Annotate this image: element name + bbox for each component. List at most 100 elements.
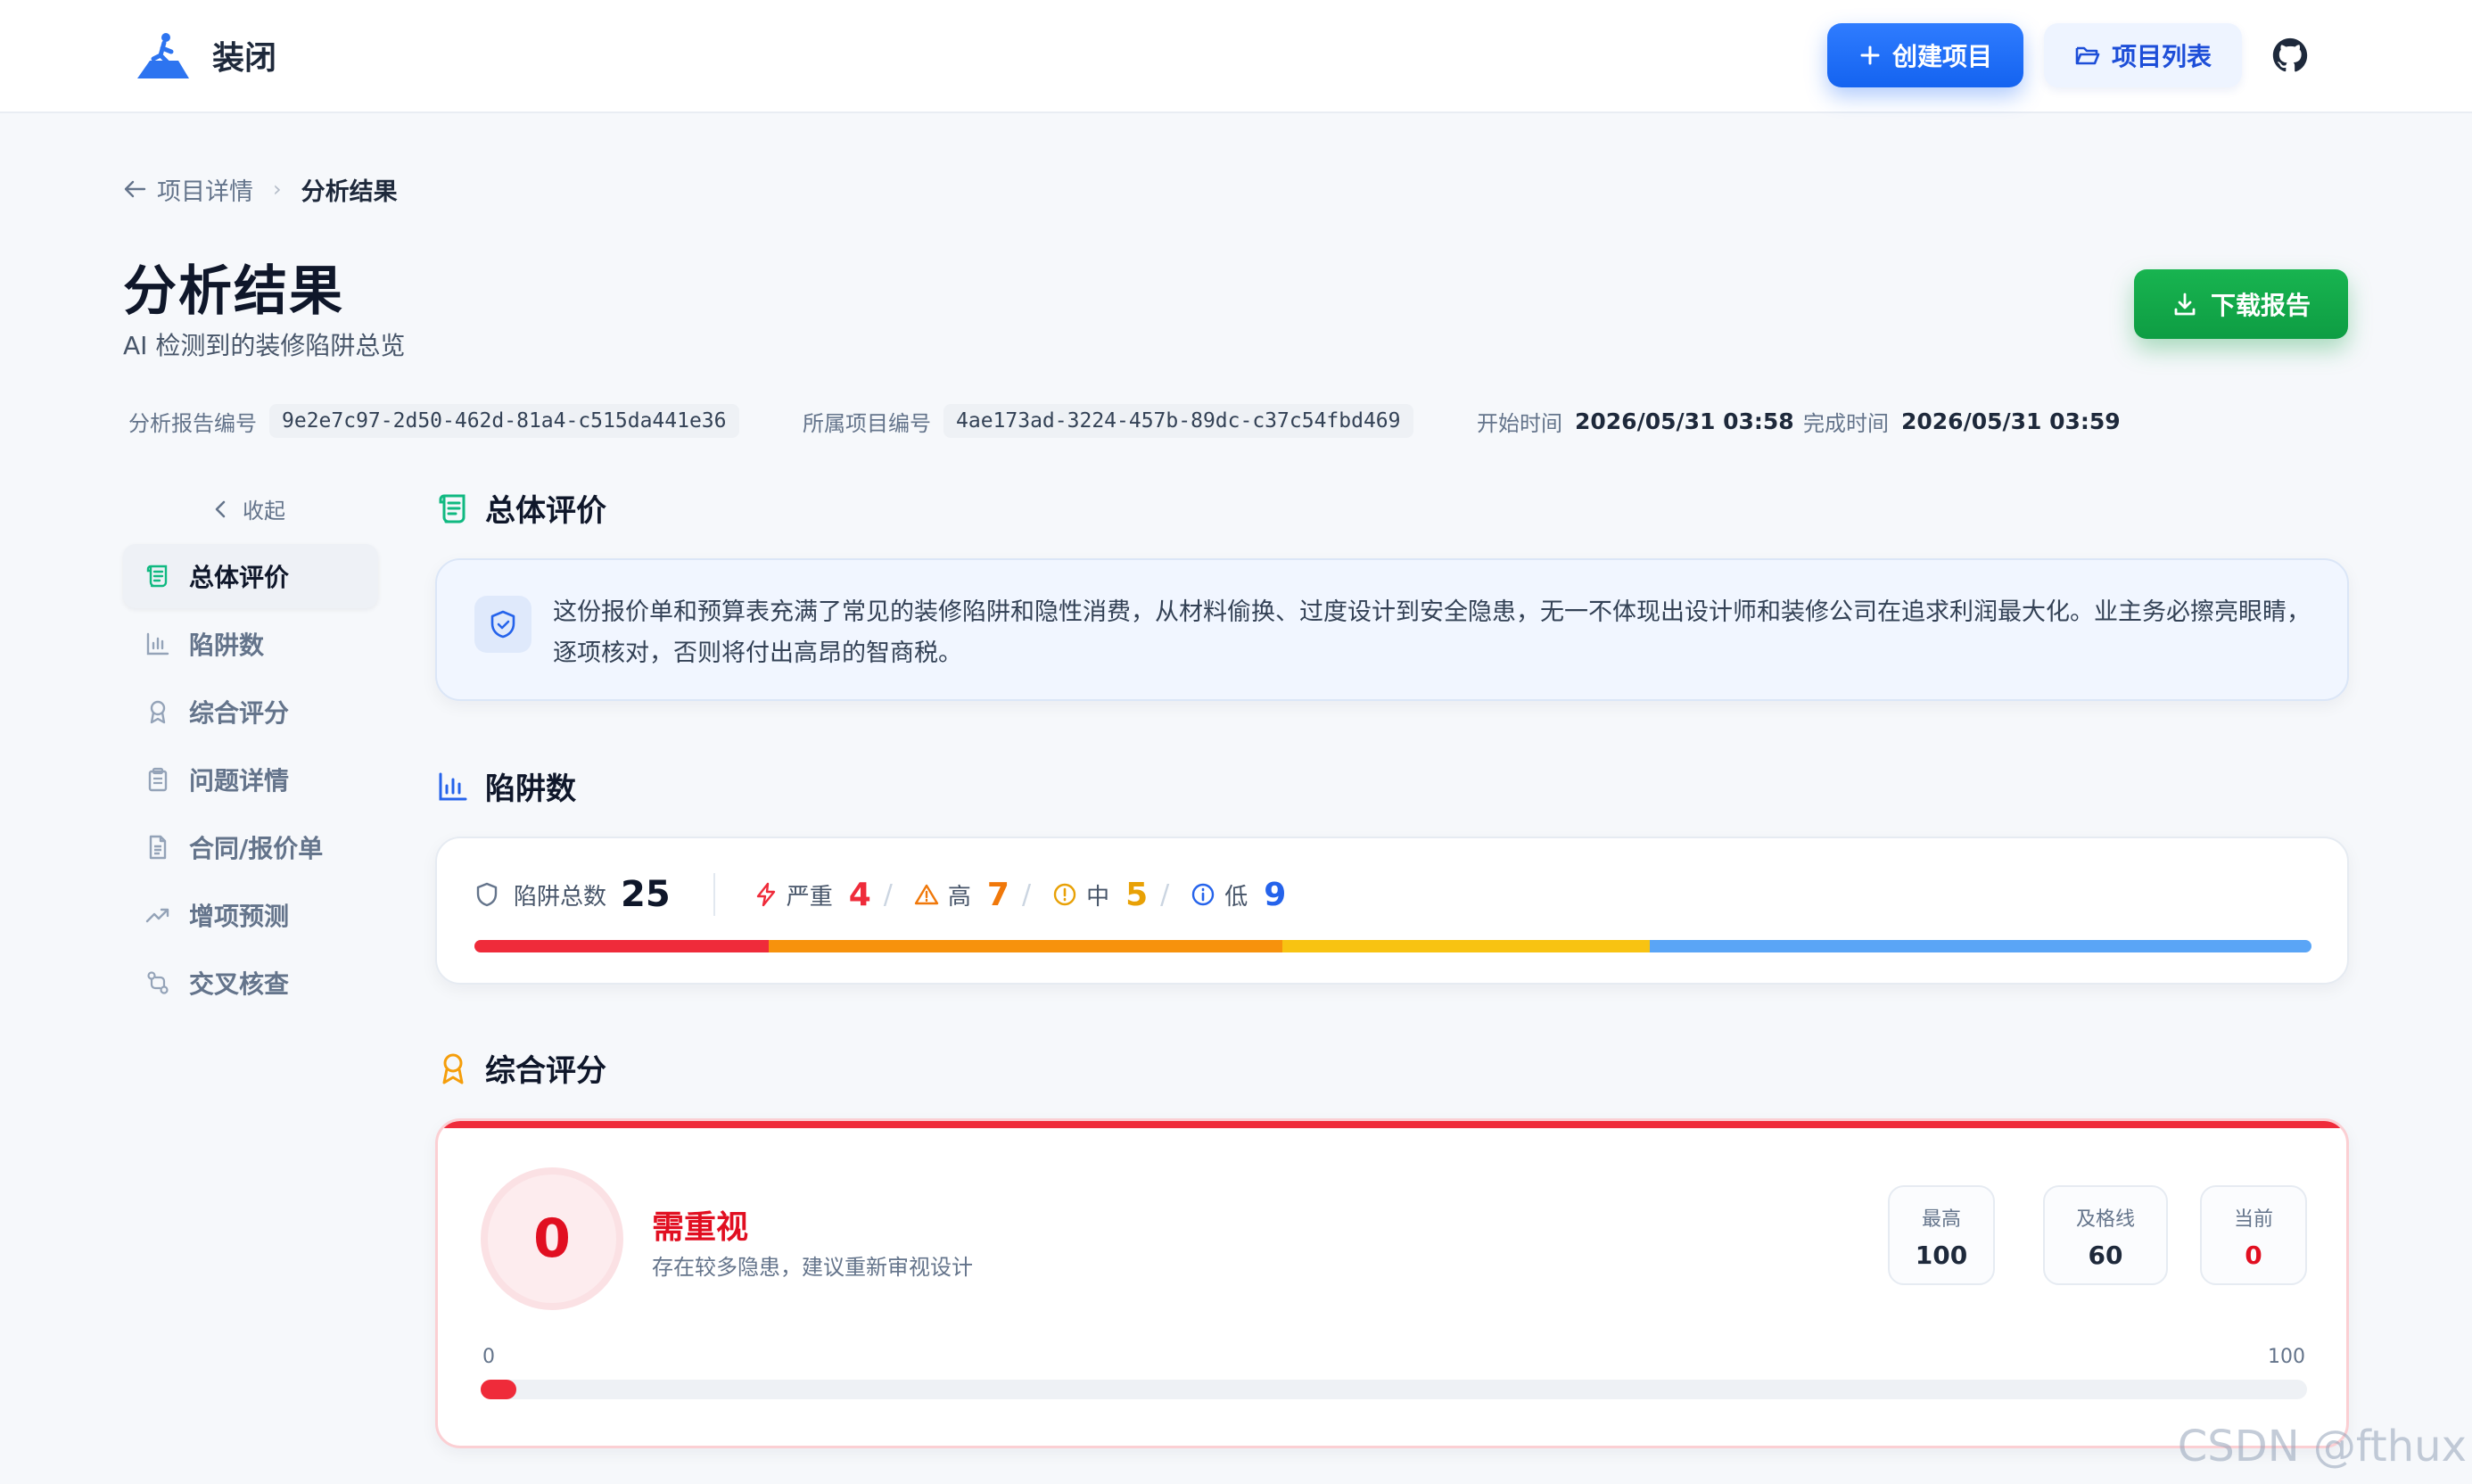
create-project-button[interactable]: 创建项目	[1827, 23, 2023, 87]
separator: /	[1160, 878, 1170, 911]
info-icon	[1192, 883, 1215, 906]
clipboard-icon	[148, 767, 168, 792]
separator: /	[883, 878, 893, 911]
nav-item-label: 合同/报价单	[189, 834, 324, 863]
page-subtitle: AI 检测到的装修陷阱总览	[123, 331, 406, 360]
stat-current: 当前 0	[2200, 1185, 2307, 1285]
collapse-sidebar-button[interactable]: 收起	[212, 493, 285, 524]
award-icon	[442, 1053, 464, 1084]
breadcrumb-current: 分析结果	[301, 177, 398, 206]
file-text-icon	[149, 835, 167, 860]
nav-item-score[interactable]: 综合评分	[123, 680, 378, 744]
trap-summary-row: 陷阱总数 25 严重 4 / 高 7 / 中 5 / 低 9	[474, 872, 1286, 917]
report-id-key: 分析报告编号	[128, 410, 257, 436]
severity-distribution-bar	[474, 940, 2311, 952]
nav-item-label: 总体评价	[189, 563, 290, 592]
bar-chart-icon	[439, 772, 467, 800]
nav-item-forecast[interactable]: 增项预测	[123, 883, 378, 947]
nav-item-contract[interactable]: 合同/报价单	[123, 815, 378, 879]
severity-bar-segment	[1650, 940, 2311, 952]
trap-total-label: 陷阱总数	[514, 883, 607, 911]
traps-heading: 陷阱数	[435, 764, 576, 808]
git-compare-icon	[147, 971, 169, 994]
create-project-label: 创建项目	[1891, 42, 1992, 71]
score-value: 0	[481, 1167, 623, 1310]
stat-value: 0	[2245, 1241, 2262, 1270]
severity-high: 高 7	[914, 877, 1009, 913]
nav-item-label: 陷阱数	[189, 631, 265, 660]
nav-item-traps[interactable]: 陷阱数	[123, 612, 378, 676]
score-description: 存在较多隐患，建议重新审视设计	[652, 1255, 973, 1280]
project-list-label: 项目列表	[2111, 42, 2212, 71]
score-status: 需重视	[652, 1209, 749, 1246]
severity-low: 低 9	[1191, 877, 1286, 913]
stat-label: 当前	[2233, 1208, 2273, 1231]
severity-count: 9	[1264, 876, 1287, 913]
logo-icon	[137, 33, 189, 78]
end-time-value: 2026/05/31 03:59	[1901, 408, 2121, 434]
project-id-key: 所属项目编号	[803, 410, 931, 436]
app-name: 装闭	[212, 40, 277, 77]
stat-label: 最高	[1921, 1208, 1961, 1231]
score-heading: 综合评分	[435, 1046, 606, 1090]
severity-critical: 严重 4	[754, 877, 871, 913]
severity-medium: 中 5	[1052, 877, 1148, 913]
bar-chart-icon	[146, 632, 169, 655]
arrow-left-icon	[124, 180, 146, 198]
nav-item-overall[interactable]: 总体评价	[123, 544, 378, 608]
trending-up-icon	[145, 908, 169, 923]
download-icon	[2174, 293, 2196, 316]
traps-heading-text: 陷阱数	[485, 771, 576, 807]
download-report-label: 下载报告	[2210, 291, 2311, 320]
scale-min: 0	[482, 1346, 495, 1368]
severity-bar-segment	[1282, 940, 1651, 952]
scroll-icon	[439, 494, 466, 523]
end-time-meta: 完成时间 2026/05/31 03:59	[1803, 401, 2121, 441]
severity-label: 中	[1086, 883, 1110, 911]
nav-item-issues[interactable]: 问题详情	[123, 747, 378, 812]
nav-item-label: 问题详情	[189, 766, 290, 796]
folder-open-icon	[2075, 46, 2100, 65]
brand[interactable]: 装闭	[134, 30, 276, 80]
alert-circle-icon	[1053, 883, 1076, 906]
start-time-value: 2026/05/31 03:58	[1575, 408, 1794, 434]
start-time-meta: 开始时间 2026/05/31 03:58	[1477, 401, 1794, 441]
chevron-right-icon: ›	[273, 177, 282, 202]
award-icon	[150, 700, 166, 724]
breadcrumb-back-link[interactable]: 项目详情	[123, 172, 253, 207]
breadcrumb-back-label: 项目详情	[157, 177, 253, 206]
separator: /	[1021, 878, 1032, 911]
stat-value: 100	[1915, 1241, 1968, 1270]
nav-item-label: 交叉核查	[189, 969, 290, 999]
report-id-meta: 分析报告编号 9e2e7c97-2d50-462d-81a4-c515da441…	[128, 401, 739, 441]
watermark: CSDN @fthux	[2177, 1422, 2467, 1472]
severity-label: 低	[1224, 883, 1248, 911]
nav-item-label: 增项预测	[189, 902, 290, 931]
severity-label: 高	[947, 883, 971, 911]
github-icon[interactable]	[2272, 37, 2308, 73]
start-time-key: 开始时间	[1477, 410, 1562, 436]
page-title: 分析结果	[123, 260, 344, 323]
score-progress-track	[481, 1380, 2307, 1399]
overall-heading: 总体评价	[435, 486, 606, 530]
breadcrumb: 项目详情 › 分析结果	[123, 172, 398, 206]
top-bar: 装闭 创建项目 项目列表	[0, 0, 2472, 113]
stat-value: 60	[2088, 1241, 2123, 1270]
score-progress-fill	[481, 1380, 516, 1399]
zap-icon	[756, 882, 775, 907]
overall-card: 这份报价单和预算表充满了常见的装修陷阱和隐性消费，从材料偷换、过度设计到安全隐患…	[435, 558, 2349, 701]
chevron-left-icon	[215, 500, 226, 517]
severity-count: 7	[986, 876, 1009, 913]
severity-label: 严重	[786, 883, 833, 911]
divider	[713, 873, 715, 916]
scale-max: 100	[2268, 1346, 2305, 1368]
download-report-button[interactable]: 下载报告	[2134, 269, 2348, 339]
project-list-button[interactable]: 项目列表	[2044, 23, 2242, 87]
score-card: 0 需重视 存在较多隐患，建议重新审视设计 最高 100 及格线 60 当前 0…	[435, 1118, 2349, 1448]
nav-item-crosscheck[interactable]: 交叉核查	[123, 951, 378, 1015]
overall-summary: 这份报价单和预算表充满了常见的装修陷阱和隐性消费，从材料偷换、过度设计到安全隐患…	[553, 598, 2311, 667]
alert-triangle-icon	[914, 884, 939, 905]
stat-pass: 及格线 60	[2043, 1185, 2168, 1285]
shield-check-icon	[474, 596, 531, 653]
project-id-meta: 所属项目编号 4ae173ad-3224-457b-89dc-c37c54fbd…	[803, 401, 1413, 441]
